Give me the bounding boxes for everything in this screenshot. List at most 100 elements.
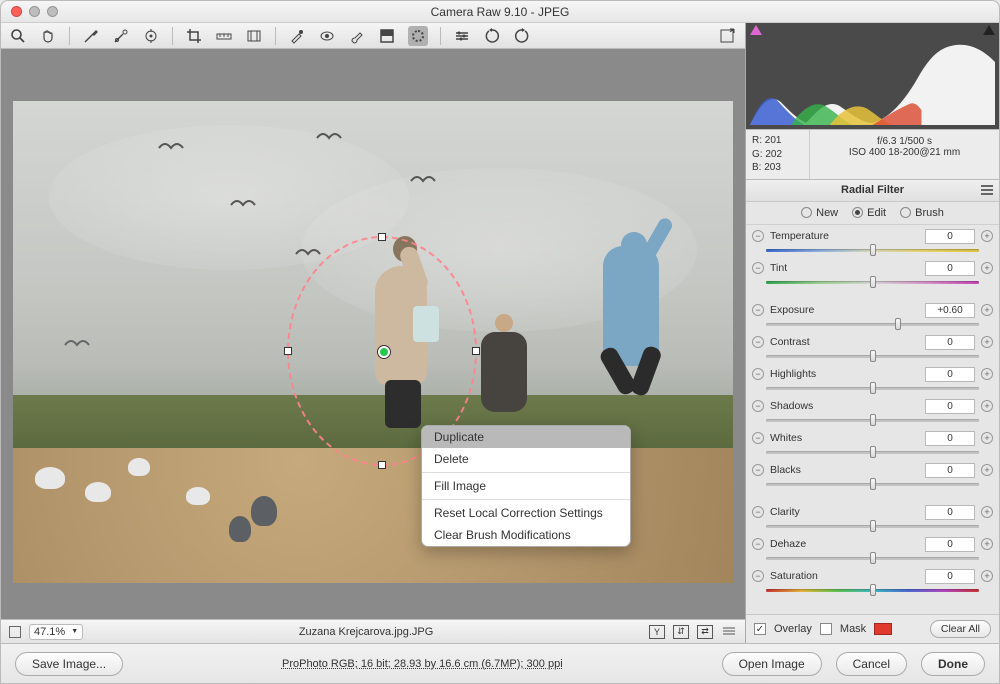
straighten-tool-icon[interactable] xyxy=(215,27,233,45)
overlay-label: Overlay xyxy=(774,623,812,635)
window-title: Camera Raw 9.10 - JPEG xyxy=(1,5,999,19)
cancel-button[interactable]: Cancel xyxy=(836,652,907,676)
increment-icon[interactable]: + xyxy=(981,262,993,274)
mode-edit[interactable]: Edit xyxy=(852,207,886,219)
decrement-icon[interactable]: − xyxy=(752,230,764,242)
copy-settings-icon[interactable]: ⇄ xyxy=(697,625,713,639)
mask-color-swatch[interactable] xyxy=(874,623,892,635)
panel-menu-icon[interactable] xyxy=(981,185,993,195)
slider-label: Highlights xyxy=(770,368,919,380)
menu-item-fill-image[interactable]: Fill Image xyxy=(422,475,630,497)
slider-value[interactable]: 0 xyxy=(925,367,975,382)
rotate-cw-icon[interactable] xyxy=(513,27,531,45)
increment-icon[interactable]: + xyxy=(981,400,993,412)
slider-value[interactable]: 0 xyxy=(925,569,975,584)
menu-item-delete[interactable]: Delete xyxy=(422,448,630,470)
slider-track[interactable] xyxy=(766,320,979,330)
hand-tool-icon[interactable] xyxy=(39,27,57,45)
slider-track[interactable] xyxy=(766,554,979,564)
slider-track[interactable] xyxy=(766,586,979,596)
increment-icon[interactable]: + xyxy=(981,506,993,518)
slider-track[interactable] xyxy=(766,480,979,490)
increment-icon[interactable]: + xyxy=(981,336,993,348)
menu-item-duplicate[interactable]: Duplicate xyxy=(422,426,630,448)
slider-value[interactable]: 0 xyxy=(925,463,975,478)
decrement-icon[interactable]: − xyxy=(752,570,764,582)
mask-checkbox[interactable]: ✓ xyxy=(820,623,832,635)
increment-icon[interactable]: + xyxy=(981,230,993,242)
slider-value[interactable]: 0 xyxy=(925,399,975,414)
slider-track[interactable] xyxy=(766,352,979,362)
red-eye-tool-icon[interactable] xyxy=(318,27,336,45)
slider-track[interactable] xyxy=(766,416,979,426)
slider-value[interactable]: 0 xyxy=(925,431,975,446)
decrement-icon[interactable]: − xyxy=(752,368,764,380)
slider-track[interactable] xyxy=(766,384,979,394)
zoom-level[interactable]: 47.1% ▼ xyxy=(29,624,83,640)
swap-icon[interactable]: ⇵ xyxy=(673,625,689,639)
slider-label: Exposure xyxy=(770,304,919,316)
zoom-tool-icon[interactable] xyxy=(9,27,27,45)
workflow-options-link[interactable]: ProPhoto RGB; 16 bit; 28.93 by 16.6 cm (… xyxy=(137,658,708,670)
slider-track[interactable] xyxy=(766,448,979,458)
save-image-button[interactable]: Save Image... xyxy=(15,652,123,676)
view-single-icon[interactable] xyxy=(9,626,21,638)
increment-icon[interactable]: + xyxy=(981,464,993,476)
app-window: Camera Raw 9.10 - JPEG xyxy=(0,0,1000,684)
increment-icon[interactable]: + xyxy=(981,538,993,550)
radial-filter-pin[interactable] xyxy=(378,346,390,358)
increment-icon[interactable]: + xyxy=(981,304,993,316)
crop-tool-icon[interactable] xyxy=(185,27,203,45)
menu-item-reset-local[interactable]: Reset Local Correction Settings xyxy=(422,502,630,524)
slider-label: Saturation xyxy=(770,570,919,582)
decrement-icon[interactable]: − xyxy=(752,400,764,412)
clear-all-button[interactable]: Clear All xyxy=(930,620,991,638)
filename-label: Zuzana Krejcarova.jpg.JPG xyxy=(91,626,641,638)
slider-value[interactable]: 0 xyxy=(925,261,975,276)
slider-value[interactable]: +0.60 xyxy=(925,303,975,318)
decrement-icon[interactable]: − xyxy=(752,262,764,274)
decrement-icon[interactable]: − xyxy=(752,432,764,444)
decrement-icon[interactable]: − xyxy=(752,538,764,550)
before-after-icon[interactable]: Y xyxy=(649,625,665,639)
open-image-button[interactable]: Open Image xyxy=(722,652,822,676)
fullscreen-icon[interactable] xyxy=(719,27,737,45)
adjustment-brush-tool-icon[interactable] xyxy=(348,27,366,45)
mode-new[interactable]: New xyxy=(801,207,838,219)
done-button[interactable]: Done xyxy=(921,652,985,676)
slider-value[interactable]: 0 xyxy=(925,505,975,520)
highlight-clipping-icon[interactable] xyxy=(983,25,995,35)
rgb-readout: R: 201G: 202B: 203 xyxy=(746,130,810,179)
slider-track[interactable] xyxy=(766,278,979,288)
strip-toggle-icon[interactable] xyxy=(721,625,737,639)
radial-filter-tool-icon[interactable] xyxy=(408,26,428,46)
exif-readout: f/6.3 1/500 sISO 400 18-200@21 mm xyxy=(810,130,999,179)
decrement-icon[interactable]: − xyxy=(752,506,764,518)
increment-icon[interactable]: + xyxy=(981,432,993,444)
mode-brush[interactable]: Brush xyxy=(900,207,944,219)
transform-tool-icon[interactable] xyxy=(245,27,263,45)
preferences-icon[interactable] xyxy=(453,27,471,45)
decrement-icon[interactable]: − xyxy=(752,304,764,316)
slider-track[interactable] xyxy=(766,522,979,532)
image-canvas[interactable]: Duplicate Delete Fill Image Reset Local … xyxy=(1,49,745,619)
shadow-clipping-icon[interactable] xyxy=(750,25,762,35)
slider-value[interactable]: 0 xyxy=(925,229,975,244)
graduated-filter-tool-icon[interactable] xyxy=(378,27,396,45)
slider-value[interactable]: 0 xyxy=(925,537,975,552)
decrement-icon[interactable]: − xyxy=(752,336,764,348)
panel-title: Radial Filter xyxy=(841,184,904,196)
color-sampler-tool-icon[interactable] xyxy=(112,27,130,45)
increment-icon[interactable]: + xyxy=(981,368,993,380)
slider-track[interactable] xyxy=(766,246,979,256)
decrement-icon[interactable]: − xyxy=(752,464,764,476)
histogram[interactable] xyxy=(746,23,999,129)
targeted-adjustment-tool-icon[interactable] xyxy=(142,27,160,45)
increment-icon[interactable]: + xyxy=(981,570,993,582)
white-balance-tool-icon[interactable] xyxy=(82,27,100,45)
rotate-ccw-icon[interactable] xyxy=(483,27,501,45)
menu-item-clear-brush[interactable]: Clear Brush Modifications xyxy=(422,524,630,546)
overlay-checkbox[interactable]: ✓ xyxy=(754,623,766,635)
slider-value[interactable]: 0 xyxy=(925,335,975,350)
spot-removal-tool-icon[interactable] xyxy=(288,27,306,45)
